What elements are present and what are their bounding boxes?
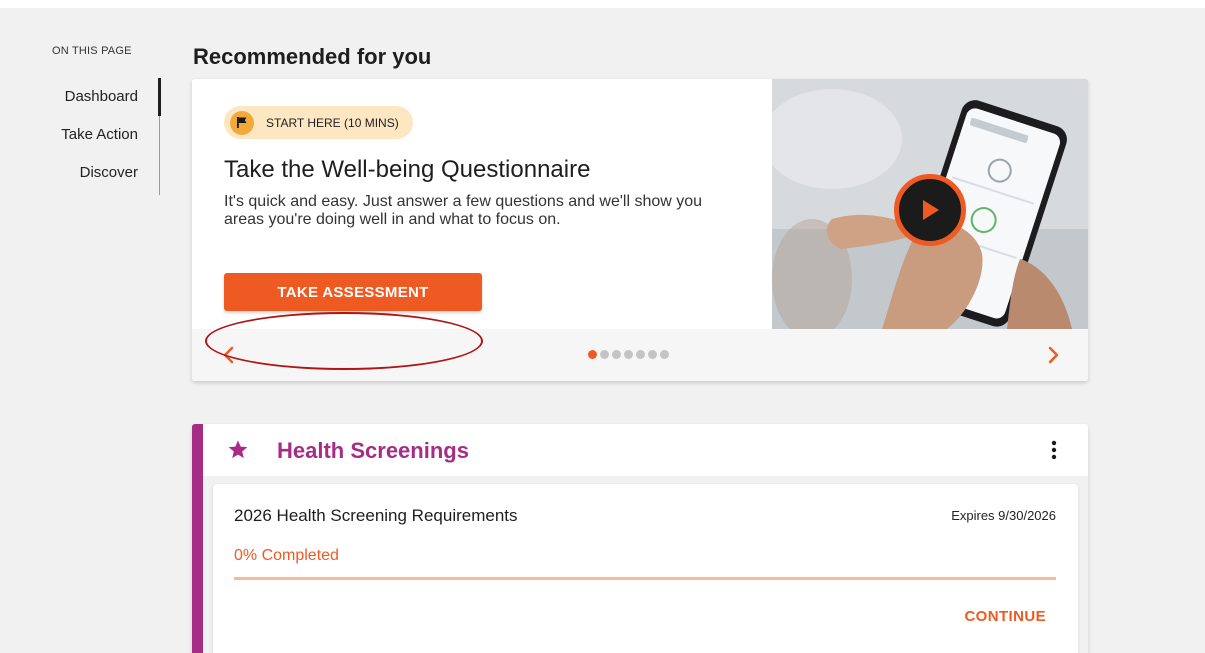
toc-item-take-action[interactable]: Take Action (30, 116, 160, 154)
slide-title: Take the Well-being Questionnaire (224, 156, 591, 183)
health-screenings-title: Health Screenings (277, 438, 469, 463)
carousel-dot[interactable] (612, 350, 621, 359)
health-screenings-card: Health Screenings 2026 Health Screening … (192, 424, 1088, 653)
on-this-page-nav: Dashboard Take Action Discover (30, 78, 161, 195)
progress-bar (234, 577, 1056, 580)
chevron-left-icon[interactable] (218, 343, 240, 367)
progress-label: 0% Completed (234, 547, 339, 564)
start-here-badge: START HERE (10 MINS) (224, 106, 413, 139)
video-thumbnail[interactable] (772, 79, 1088, 329)
requirement-expiry: Expires 9/30/2026 (951, 508, 1056, 523)
more-vertical-icon[interactable] (1050, 440, 1058, 460)
carousel-dot[interactable] (648, 350, 657, 359)
chevron-right-icon[interactable] (1042, 343, 1064, 367)
recommendation-carousel: START HERE (10 MINS) Take the Well-being… (192, 79, 1088, 381)
carousel-dot[interactable] (660, 350, 669, 359)
play-icon[interactable] (894, 174, 966, 246)
flag-icon (230, 110, 254, 135)
continue-button[interactable]: CONTINUE (964, 608, 1046, 625)
toc-item-dashboard[interactable]: Dashboard (30, 78, 161, 116)
take-assessment-button[interactable]: TAKE ASSESSMENT (224, 273, 482, 311)
slide-content: START HERE (10 MINS) Take the Well-being… (192, 79, 772, 329)
toc-heading: ON THIS PAGE (52, 45, 132, 57)
carousel-controls (192, 329, 1088, 381)
slide-description: It's quick and easy. Just answer a few q… (224, 193, 703, 228)
section-title: Recommended for you (193, 44, 432, 69)
carousel-dot[interactable] (624, 350, 633, 359)
carousel-dot[interactable] (588, 350, 597, 359)
carousel-dot[interactable] (636, 350, 645, 359)
health-screenings-header: Health Screenings (203, 424, 1088, 476)
toc-item-discover[interactable]: Discover (30, 154, 160, 192)
badge-label: START HERE (10 MINS) (266, 115, 399, 130)
carousel-dot[interactable] (600, 350, 609, 359)
requirement-title: 2026 Health Screening Requirements (234, 506, 518, 525)
top-strip (0, 0, 1205, 8)
carousel-pagination (588, 350, 669, 359)
star-icon (227, 439, 249, 461)
screening-requirement-card[interactable]: 2026 Health Screening Requirements Expir… (213, 484, 1078, 653)
